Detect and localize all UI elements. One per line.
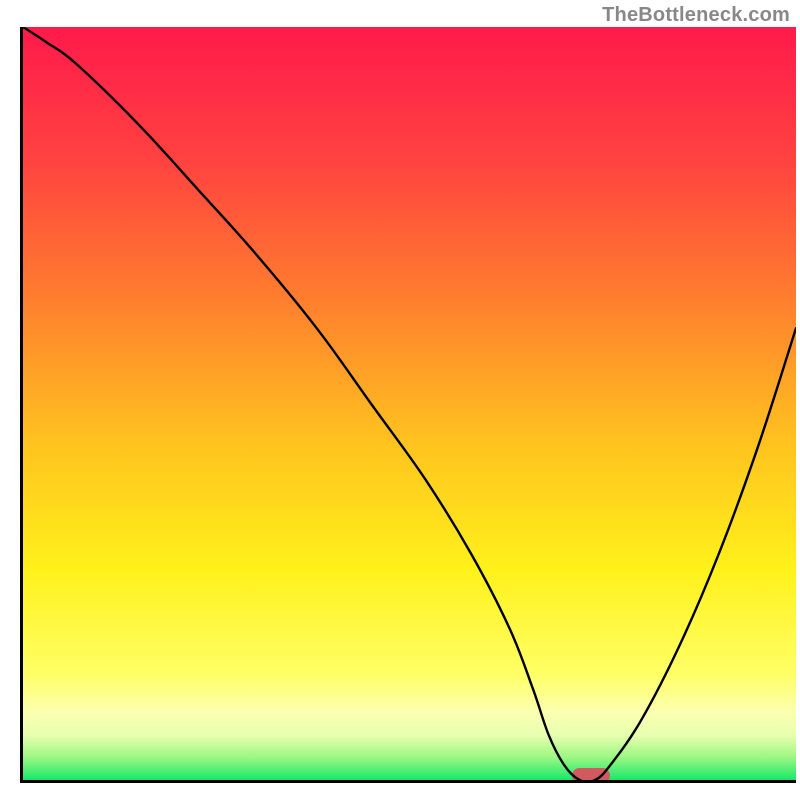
watermark-text: TheBottleneck.com [602,4,790,27]
bottleneck-curve-path [23,27,796,782]
chart-plot-area [20,27,796,783]
bottleneck-curve [23,27,796,780]
